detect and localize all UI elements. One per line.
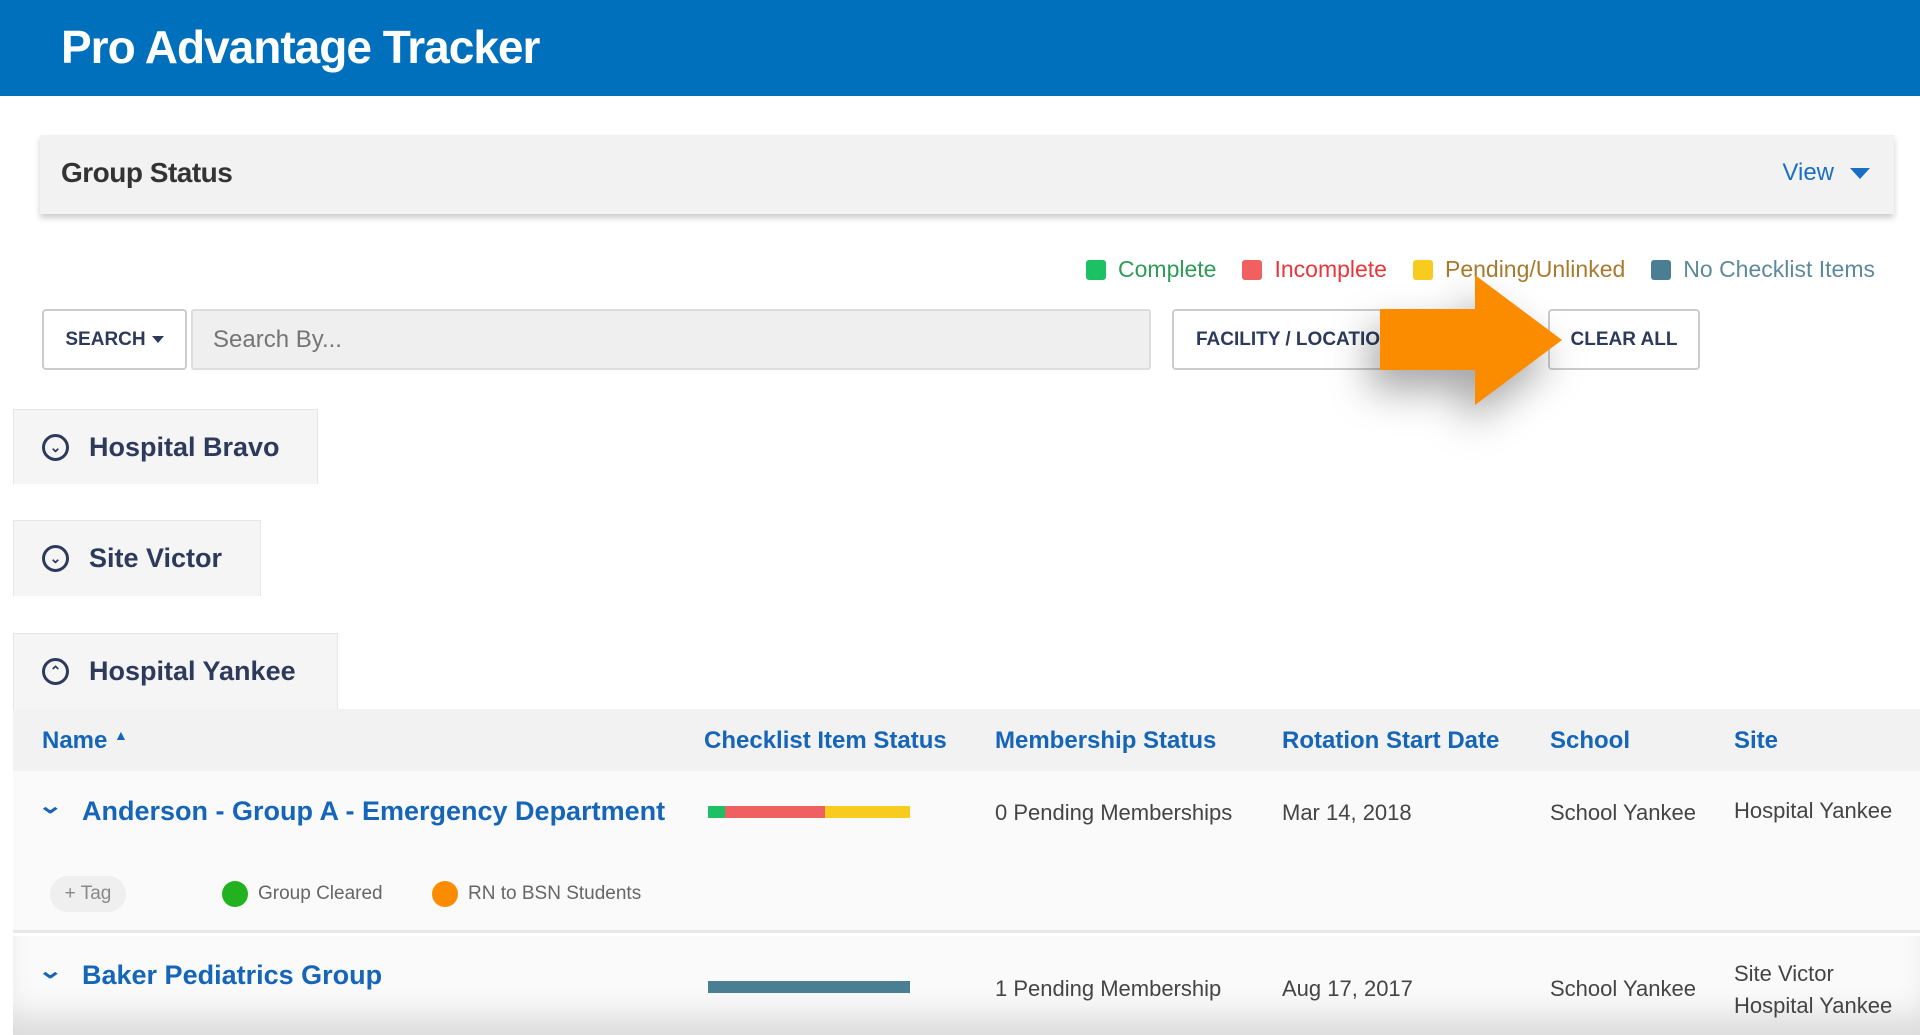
swatch-icon [1242, 259, 1263, 280]
bar-segment-incomplete [725, 806, 825, 818]
view-label: View [1782, 159, 1834, 186]
column-school[interactable]: School [1550, 727, 1630, 755]
table-row: ⌄ Baker Pediatrics Group 1 Pending Membe… [13, 936, 1920, 1035]
site: Site Victor Hospital Yankee [1734, 958, 1892, 1022]
swatch-icon [1651, 259, 1672, 280]
tag-rn-to-bsn: RN to BSN Students [432, 881, 641, 907]
app-title: Pro Advantage Tracker [61, 21, 540, 73]
school: School Yankee [1550, 976, 1696, 1001]
rotation-start-date: Aug 17, 2017 [1282, 976, 1413, 1001]
column-name[interactable]: Name ▲ [42, 727, 128, 755]
column-site[interactable]: Site [1734, 727, 1778, 755]
app-header: Pro Advantage Tracker [0, 0, 1920, 96]
bar-segment-complete [708, 806, 726, 818]
column-membership-status[interactable]: Membership Status [995, 727, 1216, 755]
rotation-start-date: Mar 14, 2018 [1282, 800, 1412, 825]
legend-label: Complete [1118, 256, 1217, 282]
tag-group-cleared: Group Cleared [222, 881, 383, 907]
arrow-shape [1380, 275, 1562, 405]
swatch-icon [1086, 259, 1107, 280]
column-checklist-status[interactable]: Checklist Item Status [704, 727, 947, 755]
expand-chevron-icon[interactable]: ⌄ [37, 958, 63, 984]
membership-status: 1 Pending Membership [995, 976, 1222, 1001]
site: Hospital Yankee [1734, 798, 1893, 823]
group-name-link[interactable]: Baker Pediatrics Group [82, 960, 382, 991]
membership-status: 0 Pending Memberships [995, 800, 1233, 825]
site-line: Hospital Yankee [1734, 993, 1893, 1018]
tag-dot-icon [432, 881, 458, 907]
table-row: ⌄ Anderson - Group A - Emergency Departm… [13, 771, 1920, 933]
legend-incomplete: Incomplete [1242, 256, 1387, 283]
search-dropdown-button[interactable]: SEARCH [42, 309, 187, 370]
chevron-down-circle-icon: ⌄ [42, 545, 69, 572]
sort-asc-icon: ▲ [114, 727, 128, 743]
search-input[interactable] [191, 309, 1151, 370]
site-line: Site Victor [1734, 961, 1834, 986]
expand-chevron-icon[interactable]: ⌄ [37, 793, 63, 819]
column-rotation-start[interactable]: Rotation Start Date [1282, 727, 1499, 755]
view-dropdown[interactable]: View [1782, 159, 1870, 187]
group-tab-hospital-yankee[interactable]: ⌃ Hospital Yankee [13, 633, 338, 709]
group-name-link[interactable]: Anderson - Group A - Emergency Departmen… [82, 796, 665, 827]
school: School Yankee [1550, 800, 1696, 825]
arrow-annotation-icon [1380, 275, 1562, 405]
table-header: Name ▲ Checklist Item Status Membership … [13, 709, 1920, 771]
checklist-status-bar [708, 806, 910, 818]
legend-complete: Complete [1086, 256, 1216, 283]
chevron-down-circle-icon: ⌄ [42, 433, 69, 461]
legend-no-items: No Checklist Items [1651, 256, 1875, 283]
tag-label: RN to BSN Students [468, 883, 642, 904]
caret-down-icon [1850, 167, 1870, 179]
clear-all-label: CLEAR ALL [1570, 328, 1678, 350]
facility-label: FACILITY / LOCATION [1196, 328, 1394, 350]
caret-down-icon [151, 336, 164, 343]
group-tab-hospital-bravo[interactable]: ⌄ Hospital Bravo [13, 409, 318, 484]
bar-segment-pending [824, 806, 910, 818]
tag-label: Group Cleared [258, 883, 383, 904]
checklist-status-bar [708, 981, 910, 993]
clear-all-button[interactable]: CLEAR ALL [1548, 309, 1700, 370]
group-status-panel: Group Status View [40, 135, 1894, 214]
tag-dot-icon [222, 881, 248, 907]
bar-segment-no-items [708, 981, 910, 993]
group-label: Hospital Bravo [89, 431, 280, 462]
search-label: SEARCH [65, 328, 146, 350]
group-label: Hospital Yankee [89, 656, 296, 686]
group-tab-site-victor[interactable]: ⌄ Site Victor [13, 520, 261, 596]
legend-label: No Checklist Items [1683, 256, 1875, 282]
add-tag-button[interactable]: + Tag [50, 876, 126, 912]
group-status-title: Group Status [61, 157, 233, 188]
chevron-up-circle-icon: ⌃ [42, 658, 69, 685]
group-label: Site Victor [89, 543, 223, 573]
column-label: Name [42, 727, 108, 754]
